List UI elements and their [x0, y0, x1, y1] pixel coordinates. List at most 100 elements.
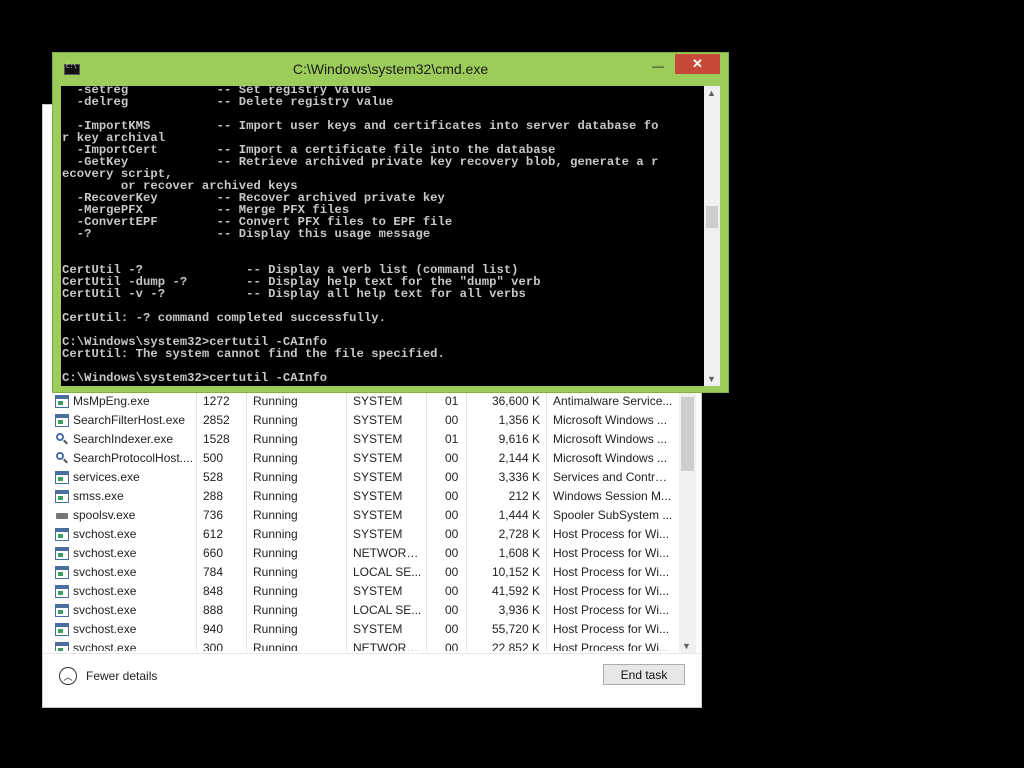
- process-cpu: 00: [445, 413, 459, 427]
- process-memory: 22,852 K: [491, 641, 540, 651]
- process-user: SYSTEM: [353, 489, 403, 503]
- process-pid: 940: [203, 622, 224, 636]
- process-status: Running: [253, 584, 298, 598]
- scrollbar-thumb[interactable]: [706, 206, 718, 228]
- fewer-details-label: Fewer details: [86, 669, 158, 683]
- end-task-button[interactable]: End task: [603, 664, 685, 685]
- process-name: SearchProtocolHost....: [73, 451, 194, 465]
- process-status: Running: [253, 527, 298, 541]
- process-cpu: 00: [445, 641, 459, 651]
- process-row[interactable]: SearchIndexer.exe 1528 Running SYSTEM 01 9,61…: [43, 430, 679, 449]
- process-name: svchost.exe: [73, 584, 137, 598]
- cmd-window-title: C:\Windows\system32\cmd.exe: [292, 61, 489, 77]
- process-user: NETWORK...: [353, 546, 423, 560]
- process-cpu: 00: [445, 565, 459, 579]
- fewer-details-button[interactable]: ︿ Fewer details: [59, 666, 157, 686]
- process-pid: 736: [203, 508, 224, 522]
- app-window-icon: [55, 471, 69, 484]
- process-memory: 10,152 K: [491, 565, 540, 579]
- process-status: Running: [253, 413, 298, 427]
- process-pid: 288: [203, 489, 224, 503]
- process-user: SYSTEM: [353, 394, 403, 408]
- process-memory: 36,600 K: [491, 394, 540, 408]
- app-window-icon: [55, 642, 69, 651]
- console-scrollbar[interactable]: ▲ ▼: [704, 86, 720, 386]
- close-button[interactable]: ✕: [675, 54, 720, 74]
- process-name: SearchIndexer.exe: [73, 432, 174, 446]
- process-row[interactable]: svchost.exe 612 Running SYSTEM 00 2,728 K Host…: [43, 525, 679, 544]
- process-description: Microsoft Windows ...: [553, 413, 668, 427]
- process-row[interactable]: SearchProtocolHost.... 500 Running SYSTEM 00…: [43, 449, 679, 468]
- app-window-icon: [55, 585, 69, 598]
- process-list-scrollbar[interactable]: ▼: [679, 391, 696, 653]
- scroll-down-arrow-icon[interactable]: ▼: [682, 641, 691, 651]
- app-window-icon: [55, 623, 69, 636]
- process-user: SYSTEM: [353, 432, 403, 446]
- process-description: Spooler SubSystem ...: [553, 508, 673, 522]
- console-line: CertUtil: The system cannot find the fil…: [62, 347, 445, 361]
- app-window-icon: [55, 414, 69, 427]
- process-description: Host Process for Wi...: [553, 622, 670, 636]
- process-row[interactable]: MsMpEng.exe 1272 Running SYSTEM 01 36,600 K An…: [43, 392, 679, 411]
- console-line: CertUtil -v -? -- Display all help text …: [62, 287, 526, 301]
- process-description: Host Process for Wi...: [553, 527, 670, 541]
- process-row[interactable]: svchost.exe 660 Running NETWORK... 00 1,608 K…: [43, 544, 679, 563]
- process-name: SearchFilterHost.exe: [73, 413, 186, 427]
- process-status: Running: [253, 394, 298, 408]
- process-cpu: 00: [445, 622, 459, 636]
- process-memory: 9,616 K: [498, 432, 540, 446]
- process-row[interactable]: svchost.exe 848 Running SYSTEM 00 41,592 K Hos…: [43, 582, 679, 601]
- scroll-down-arrow-icon[interactable]: ▼: [707, 374, 716, 384]
- process-status: Running: [253, 489, 298, 503]
- process-row[interactable]: services.exe 528 Running SYSTEM 00 3,336 K Ser…: [43, 468, 679, 487]
- process-memory: 212 K: [508, 489, 540, 503]
- process-pid: 1272: [203, 394, 230, 408]
- process-memory: 2,728 K: [498, 527, 540, 541]
- process-description: Host Process for Wi...: [553, 641, 670, 651]
- process-cpu: 00: [445, 603, 459, 617]
- process-memory: 1,444 K: [498, 508, 540, 522]
- scroll-up-arrow-icon[interactable]: ▲: [707, 88, 716, 98]
- process-row[interactable]: spoolsv.exe 736 Running SYSTEM 00 1,444 K Spoo…: [43, 506, 679, 525]
- process-pid: 784: [203, 565, 224, 579]
- process-cpu: 00: [445, 451, 459, 465]
- chevron-up-icon: ︿: [59, 667, 77, 685]
- process-status: Running: [253, 432, 298, 446]
- process-description: Services and Control...: [553, 470, 673, 484]
- scrollbar-thumb[interactable]: [681, 397, 694, 471]
- process-row[interactable]: svchost.exe 888 Running LOCAL SE... 00 3,936 …: [43, 601, 679, 620]
- process-row[interactable]: smss.exe 288 Running SYSTEM 00 212 K Windows S…: [43, 487, 679, 506]
- process-status: Running: [253, 565, 298, 579]
- process-description: Antimalware Service...: [553, 394, 673, 408]
- app-window-icon: [55, 528, 69, 541]
- process-row[interactable]: SearchFilterHost.exe 2852 Running SYSTEM 00 1…: [43, 411, 679, 430]
- process-pid: 1528: [203, 432, 230, 446]
- process-name: smss.exe: [73, 489, 124, 503]
- process-status: Running: [253, 622, 298, 636]
- process-pid: 500: [203, 451, 224, 465]
- process-memory: 3,336 K: [498, 470, 540, 484]
- process-cpu: 00: [445, 470, 459, 484]
- column-divider: [426, 391, 427, 651]
- column-divider: [346, 391, 347, 651]
- app-window-icon: [55, 395, 69, 408]
- process-name: svchost.exe: [73, 546, 137, 560]
- process-user: LOCAL SE...: [353, 603, 422, 617]
- process-cpu: 00: [445, 584, 459, 598]
- process-name: services.exe: [73, 470, 140, 484]
- process-row[interactable]: svchost.exe 940 Running SYSTEM 00 55,720 K Hos…: [43, 620, 679, 639]
- process-memory: 1,356 K: [498, 413, 540, 427]
- process-user: SYSTEM: [353, 413, 403, 427]
- process-row[interactable]: svchost.exe 300 Running NETWORK... 00 22,852 …: [43, 639, 679, 651]
- minimize-button[interactable]: —: [644, 58, 672, 78]
- process-status: Running: [253, 603, 298, 617]
- console-area[interactable]: -setreg -- Set registry value -delreg --…: [61, 86, 720, 386]
- app-window-icon: [55, 604, 69, 617]
- cmd-titlebar[interactable]: C:\Windows\system32\cmd.exe — ✕: [53, 53, 728, 86]
- column-divider: [546, 391, 547, 651]
- process-status: Running: [253, 508, 298, 522]
- process-row[interactable]: svchost.exe 784 Running LOCAL SE... 00 10,152…: [43, 563, 679, 582]
- search-process-icon: [55, 452, 69, 465]
- process-memory: 3,936 K: [498, 603, 540, 617]
- process-user: SYSTEM: [353, 622, 403, 636]
